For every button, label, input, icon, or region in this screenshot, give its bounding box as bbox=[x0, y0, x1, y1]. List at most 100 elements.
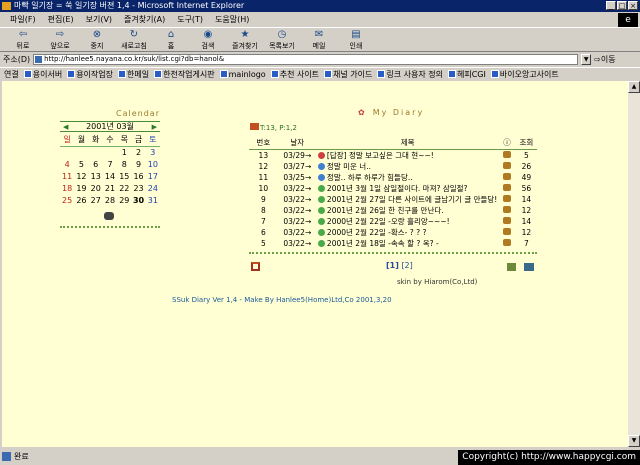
calendar-day[interactable]: 21 bbox=[103, 183, 117, 195]
link-item[interactable]: 링크 사용자 정의 bbox=[377, 69, 443, 80]
calendar-day[interactable]: 6 bbox=[89, 159, 103, 171]
row-subject-text[interactable]: 2001년 2월 18일 -속속 할 ? 옥? - bbox=[327, 238, 439, 249]
link-item[interactable]: 한천작업게시판 bbox=[154, 69, 215, 80]
stop-button[interactable]: ⊗ 중지 bbox=[80, 28, 114, 52]
row-subject-text[interactable]: [답장] 정말 보고싶은 그대 현~~! bbox=[327, 150, 434, 161]
calendar-day[interactable]: 24 bbox=[146, 183, 160, 195]
calendar-day[interactable]: 13 bbox=[89, 171, 103, 183]
print-button[interactable]: ▤ 인쇄 bbox=[339, 28, 373, 52]
calendar-day[interactable]: 17 bbox=[146, 171, 160, 183]
write-pen-icon[interactable] bbox=[104, 212, 114, 220]
scroll-up-button[interactable]: ▲ bbox=[628, 81, 640, 93]
calendar-day[interactable]: 10 bbox=[146, 159, 160, 171]
menu-file[interactable]: 파일(F) bbox=[10, 14, 36, 25]
copyright-banner: Copyright(c) http://www.happycgi.com bbox=[458, 450, 640, 465]
calendar-day[interactable]: 27 bbox=[89, 195, 103, 207]
link-page-icon bbox=[23, 70, 32, 78]
go-button[interactable]: ⇨이동 bbox=[594, 54, 615, 65]
menu-tools[interactable]: 도구(T) bbox=[177, 14, 203, 25]
write-icon[interactable] bbox=[507, 263, 516, 271]
calendar-day[interactable]: 26 bbox=[74, 195, 88, 207]
calendar-day[interactable]: 30 bbox=[131, 195, 145, 207]
calendar-day[interactable]: 3 bbox=[146, 147, 160, 159]
row-subject[interactable]: 2001년 2월 26일 한 친구를 만난다. bbox=[317, 205, 498, 216]
next-month-button[interactable]: ▶ bbox=[152, 123, 157, 131]
row-no: 7 bbox=[260, 216, 266, 226]
mail-button[interactable]: ✉ 메일 bbox=[302, 28, 336, 52]
calendar-day[interactable]: 5 bbox=[74, 159, 88, 171]
calendar-day[interactable]: 29 bbox=[117, 195, 131, 207]
row-date: 03/27→ bbox=[283, 161, 312, 171]
link-item[interactable]: 채널 가이드 bbox=[324, 69, 372, 80]
link-item[interactable]: 바이오앙고사이트 bbox=[490, 69, 559, 80]
address-dropdown-button[interactable]: ▼ bbox=[581, 54, 592, 65]
history-button[interactable]: ◷ 목록보기 bbox=[265, 28, 299, 52]
calendar-day[interactable]: 4 bbox=[60, 159, 74, 171]
col-date: 날자 bbox=[277, 137, 317, 150]
calendar-day[interactable]: 11 bbox=[60, 171, 74, 183]
vertical-scrollbar[interactable]: ▲ ▼ bbox=[628, 81, 640, 447]
calendar-day[interactable]: 12 bbox=[74, 171, 88, 183]
row-subject-text[interactable]: 2000년 2월 22일 -확스- ? ? ? bbox=[327, 227, 427, 238]
address-input[interactable]: http://hanlee5.nayana.co.kr/suk/list.cgi… bbox=[33, 54, 579, 65]
calendar-day[interactable]: 23 bbox=[131, 183, 145, 195]
link-item[interactable]: 용이작업장 bbox=[67, 69, 113, 80]
search-button[interactable]: ◉ 검색 bbox=[191, 28, 225, 52]
row-subject-text[interactable]: 2000년 2월 22일 -오랑 흘리앙~~~! bbox=[327, 216, 450, 227]
row-weather bbox=[498, 194, 515, 205]
calendar-day[interactable]: 22 bbox=[117, 183, 131, 195]
table-row: 5 03/22→ 2001년 2월 18일 -속속 할 ? 옥? - 7 bbox=[249, 238, 537, 249]
row-subject-text[interactable]: 2001년 2월 27일 다른 사이트에 글남기기 글 만들당! bbox=[327, 194, 497, 205]
home-icon[interactable] bbox=[251, 262, 260, 271]
calendar-day[interactable]: 16 bbox=[131, 171, 145, 183]
row-subject[interactable]: 정말 미운 너.. bbox=[317, 161, 498, 172]
row-subject[interactable]: 정말.. 하루 하루가 힘들당.. bbox=[317, 172, 498, 183]
back-button[interactable]: ⇦ 뒤로 bbox=[6, 28, 40, 52]
calendar-day[interactable]: 15 bbox=[117, 171, 131, 183]
link-item[interactable]: mainlogo bbox=[219, 70, 266, 79]
minimize-button[interactable]: _ bbox=[606, 1, 616, 10]
calendar-day[interactable]: 18 bbox=[60, 183, 74, 195]
menu-help[interactable]: 도움말(H) bbox=[215, 14, 249, 25]
scroll-down-button[interactable]: ▼ bbox=[628, 435, 640, 447]
prev-month-button[interactable]: ◀ bbox=[63, 123, 68, 131]
forward-button[interactable]: ⇨ 앞으로 bbox=[43, 28, 77, 52]
row-subject[interactable]: 2000년 2월 22일 -오랑 흘리앙~~~! bbox=[317, 216, 498, 227]
calendar-day[interactable]: 1 bbox=[117, 147, 131, 159]
home-button[interactable]: ⌂ 홈 bbox=[154, 28, 188, 52]
refresh-button[interactable]: ↻ 새로고침 bbox=[117, 28, 151, 52]
menu-favorites[interactable]: 즐겨찾기(A) bbox=[124, 14, 165, 25]
favorites-button[interactable]: ★ 즐겨찾기 bbox=[228, 28, 262, 52]
calendar-day[interactable]: 20 bbox=[89, 183, 103, 195]
row-subject[interactable]: [답장] 정말 보고싶은 그대 현~~! bbox=[317, 149, 498, 161]
menu-view[interactable]: 보기(V) bbox=[86, 14, 112, 25]
calendar-day[interactable]: 14 bbox=[103, 171, 117, 183]
row-subject-text[interactable]: 2001년 2월 26일 한 친구를 만난다. bbox=[327, 205, 444, 216]
link-item[interactable]: 헤피CGI bbox=[448, 69, 486, 80]
link-item[interactable]: 추천 사이트 bbox=[270, 69, 319, 80]
row-subject-text[interactable]: 정말 미운 너.. bbox=[327, 161, 371, 172]
calendar-day[interactable]: 19 bbox=[74, 183, 88, 195]
row-subject[interactable]: 2001년 3월 1일 삼일절이다. 마져? 삼일절? bbox=[317, 183, 498, 194]
list-icon[interactable] bbox=[524, 263, 534, 271]
close-button[interactable]: × bbox=[628, 1, 638, 10]
page-link[interactable]: [1] bbox=[386, 261, 399, 270]
row-subject[interactable]: 2001년 2월 18일 -속속 할 ? 옥? - bbox=[317, 238, 498, 249]
calendar-day[interactable]: 2 bbox=[131, 147, 145, 159]
row-subject-text[interactable]: 정말.. 하루 하루가 힘들당.. bbox=[327, 172, 413, 183]
row-subject[interactable]: 2001년 2월 27일 다른 사이트에 글남기기 글 만들당! bbox=[317, 194, 498, 205]
menu-edit[interactable]: 편집(E) bbox=[48, 14, 74, 25]
row-subject-text[interactable]: 2001년 3월 1일 삼일절이다. 마져? 삼일절? bbox=[327, 183, 468, 194]
link-item[interactable]: 한메일 bbox=[118, 69, 149, 80]
calendar-day[interactable]: 9 bbox=[131, 159, 145, 171]
link-item[interactable]: 용이서버 bbox=[23, 69, 62, 80]
calendar-day[interactable]: 31 bbox=[146, 195, 160, 207]
calendar-day[interactable]: 7 bbox=[103, 159, 117, 171]
calendar-day[interactable]: 25 bbox=[60, 195, 74, 207]
row-subject[interactable]: 2000년 2월 22일 -확스- ? ? ? bbox=[317, 227, 498, 238]
calendar-day[interactable]: 8 bbox=[117, 159, 131, 171]
calendar-day[interactable]: 28 bbox=[103, 195, 117, 207]
maximize-button[interactable]: □ bbox=[617, 1, 627, 10]
row-weather bbox=[498, 172, 515, 183]
page-link[interactable]: [2] bbox=[401, 261, 412, 270]
